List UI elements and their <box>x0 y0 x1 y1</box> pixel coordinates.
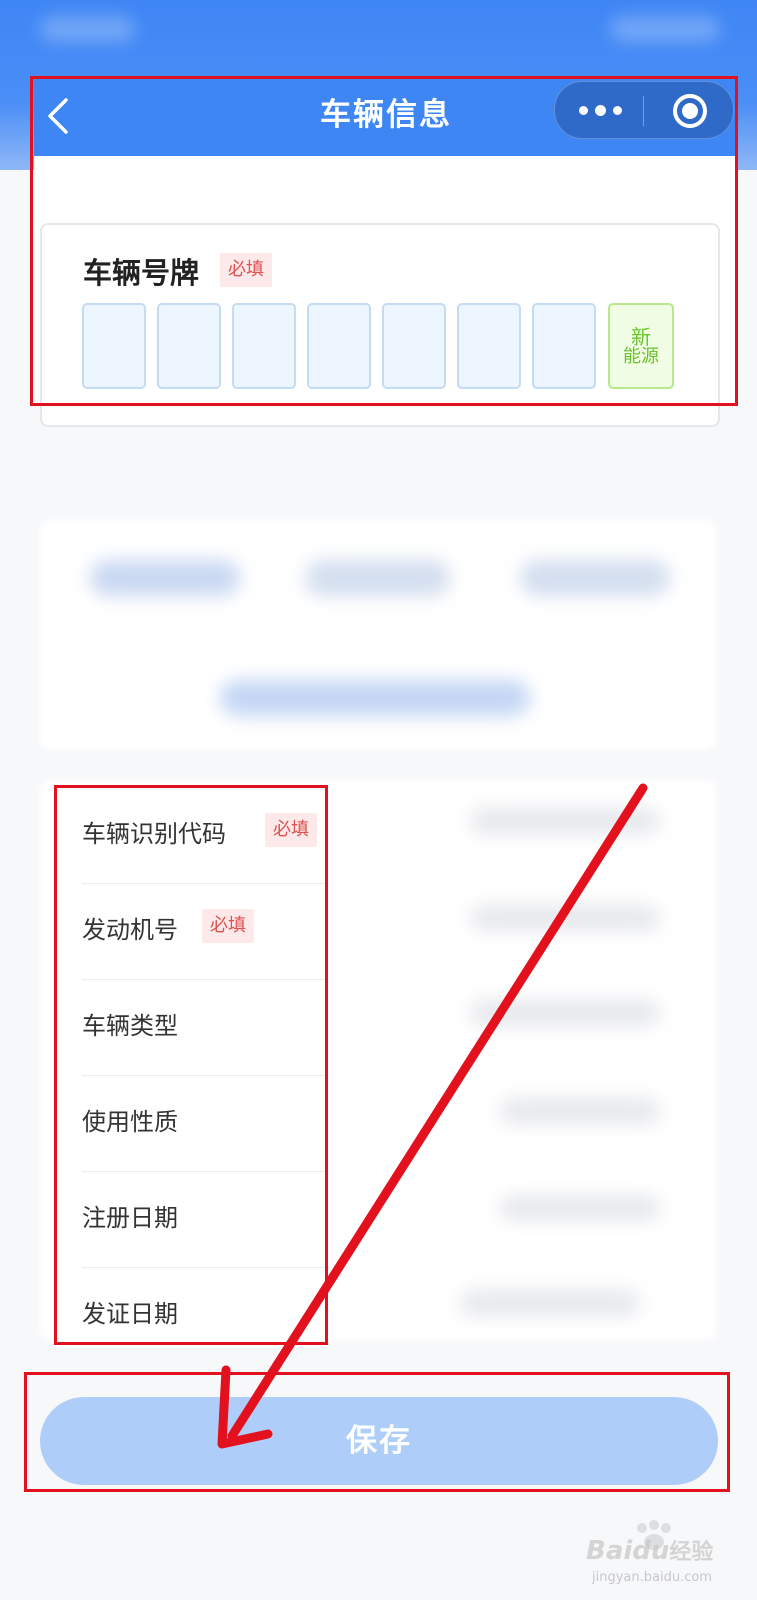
watermark-brand: Baidu <box>586 1536 670 1566</box>
watermark-site: jingyan.baidu.com <box>592 1570 712 1585</box>
baidu-jingyan-watermark: Baidu经验 jingyan.baidu.com <box>584 1520 734 1590</box>
annotation-arrow <box>217 783 648 1449</box>
watermark-brand-cn: 经验 <box>669 1540 714 1565</box>
